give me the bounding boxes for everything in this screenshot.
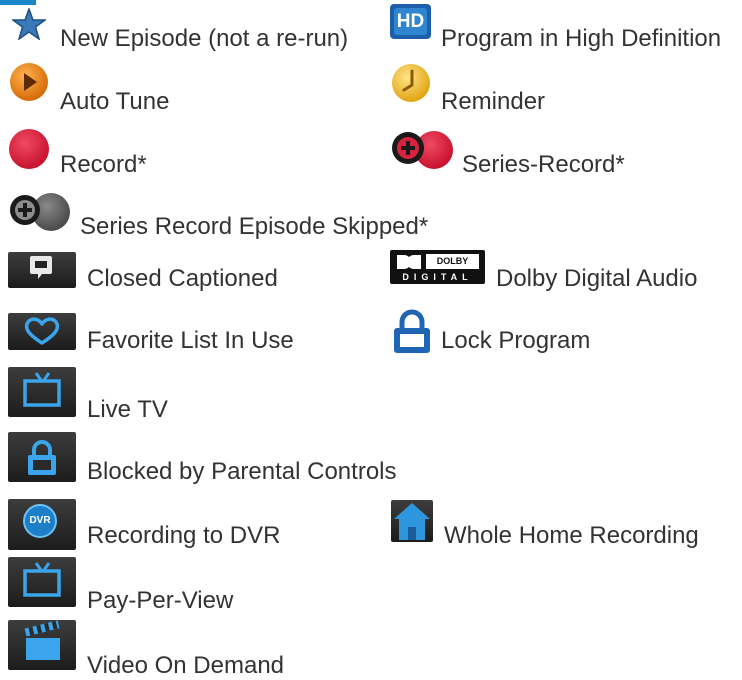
legend-label: Live TV <box>87 396 168 423</box>
hd-badge-text: HD <box>394 8 427 35</box>
padlock-tile-icon <box>8 432 76 482</box>
tv-icon <box>8 367 76 417</box>
legend-label: Program in High Definition <box>441 25 722 52</box>
legend-label: Lock Program <box>441 327 591 354</box>
dvr-icon: DVR <box>8 499 76 550</box>
dvr-badge-text: DVR <box>23 504 57 538</box>
legend-label: Dolby Digital Audio <box>496 265 698 292</box>
legend-label: Record* <box>60 151 147 178</box>
legend-label: Series-Record* <box>462 151 625 178</box>
legend-label: Closed Captioned <box>87 265 278 292</box>
legend-label: New Episode (not a re-run) <box>60 25 349 52</box>
legend-label: Whole Home Recording <box>444 522 699 549</box>
heart-icon <box>8 313 76 350</box>
record-dot-icon <box>8 128 50 170</box>
hd-badge-icon: HD <box>390 4 431 39</box>
dolby-dd-mark <box>396 254 422 270</box>
dolby-digital-icon: DOLBY DIGITAL <box>390 250 485 284</box>
legend-label: Auto Tune <box>60 88 170 115</box>
tv-icon <box>8 557 76 607</box>
legend-label: Reminder <box>441 88 546 115</box>
dolby-badge-bottom: DIGITAL <box>402 272 473 282</box>
reminder-clock-icon <box>391 63 431 103</box>
legend-label: Series Record Episode Skipped* <box>80 213 429 240</box>
legend-label: Recording to DVR <box>87 522 281 549</box>
closed-caption-icon <box>8 252 76 288</box>
series-record-icon <box>390 130 456 170</box>
dolby-badge-top: DOLBY <box>426 254 479 269</box>
legend-label: Pay-Per-View <box>87 587 234 614</box>
clapperboard-icon <box>8 620 76 670</box>
house-icon <box>391 500 433 542</box>
lock-icon <box>391 309 433 355</box>
series-record-skipped-icon <box>8 192 72 232</box>
legend-label: Favorite List In Use <box>87 327 294 354</box>
header-accent-bar <box>0 0 36 5</box>
legend-label: Blocked by Parental Controls <box>87 458 397 485</box>
star-icon <box>12 8 46 40</box>
auto-tune-play-icon <box>9 62 49 102</box>
